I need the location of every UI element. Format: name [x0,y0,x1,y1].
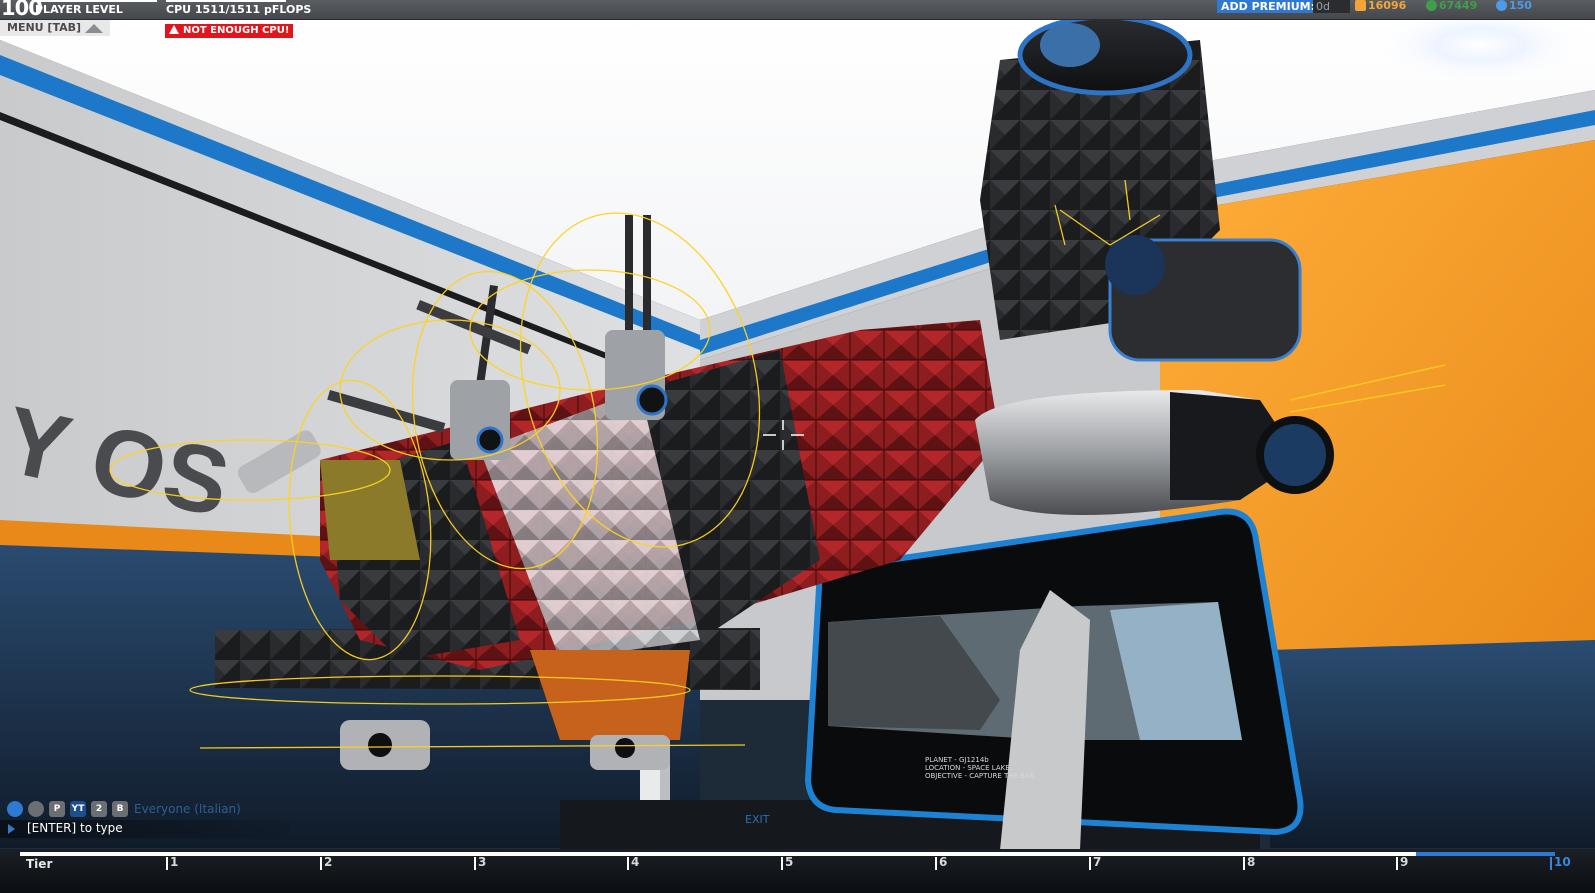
robits-balance: 16096 [1355,0,1406,13]
clan-icon[interactable] [28,801,44,817]
tier-tick-10: 10 [1550,856,1571,870]
rp-balance: 67449 [1426,0,1477,13]
tier-tick-7: 7 [1089,856,1101,870]
tier-tick-4: 4 [627,856,639,870]
exit-sign: EXIT [745,813,770,826]
cpu-warning-text: NOT ENOUGH CPU! [183,25,290,36]
rp-value: 67449 [1439,0,1478,12]
warning-icon [169,25,179,34]
cpu-readout: CPU 1511/1511 pFLOPS [166,3,312,16]
premium-days: 0d [1313,0,1350,13]
globe-icon[interactable] [7,801,23,817]
tier-tick-3: 3 [474,856,486,870]
garage-scene: Y OS PLANET - GJ1214b LOCATION - SPACE L… [0,0,1595,893]
svg-text:PLANET - GJ1214b: PLANET - GJ1214b [925,756,989,764]
tier-tick-1: 1 [166,856,178,870]
chat-prompt: [ENTER] to type [27,821,123,835]
chat-channel-label[interactable]: Everyone (Italian) [134,802,241,816]
cc-value: 150 [1509,0,1532,12]
top-hud-bar: 100 PLAYER LEVEL CPU 1511/1511 pFLOPS AD… [0,0,1595,20]
tier-tick-8: 8 [1243,856,1255,870]
cc-balance: 150 [1496,0,1532,13]
party-icon[interactable]: P [49,801,65,817]
tier-tick-9: 9 [1396,856,1408,870]
cpu-warning-badge: NOT ENOUGH CPU! [165,24,294,38]
tier-tick-5: 5 [781,856,793,870]
player-level-label: PLAYER LEVEL [35,3,123,16]
cc-icon [1496,0,1507,11]
svg-text:OBJECTIVE - CAPTURE THE BAS: OBJECTIVE - CAPTURE THE BAS [925,772,1035,780]
menu-button[interactable]: MENU [TAB] [0,20,110,36]
menu-label: MENU [TAB] [7,21,82,34]
menu-arrow-icon [85,24,103,33]
tier-tick-6: 6 [935,856,947,870]
robits-value: 16096 [1368,0,1407,12]
add-premium-button[interactable]: ADD PREMIUM: [1217,0,1319,13]
tier-label: Tier [26,857,53,871]
rp-icon [1426,0,1437,11]
robits-icon [1355,0,1366,11]
cpu-progress-bar [166,0,286,2]
level-progress-bar [35,0,157,2]
chat-input[interactable]: [ENTER] to type [0,820,290,838]
svg-text:LOCATION - SPACE LAKE: LOCATION - SPACE LAKE [925,764,1010,772]
tier-tick-2: 2 [320,856,332,870]
friends-icon[interactable]: 2 [91,801,107,817]
block-icon[interactable]: B [112,801,128,817]
chat-caret-icon [8,824,15,834]
tier-progress-fill [1416,852,1555,856]
yt-icon[interactable]: YT [70,801,86,817]
